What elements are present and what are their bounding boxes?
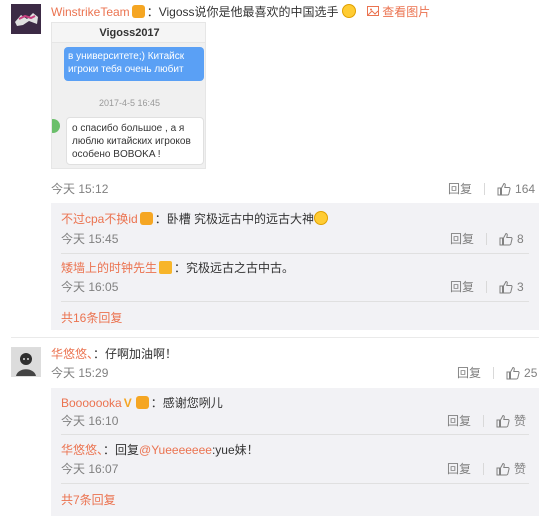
member-badge-icon[interactable] (139, 212, 153, 225)
reply-button[interactable]: 回复 (457, 365, 481, 381)
reply-time: 今天 15:45 (61, 232, 119, 246)
image-icon (366, 6, 379, 16)
chat-bubble-outgoing: в университете;) Китайск игроки тебя оче… (64, 47, 204, 81)
mention-link[interactable]: @Yueeeeeee (139, 443, 212, 457)
like-count: 3 (517, 280, 524, 294)
member-badge-icon[interactable] (135, 396, 149, 409)
like-button[interactable]: 164 (497, 181, 535, 197)
like-label: 赞 (514, 414, 527, 428)
reply-button[interactable]: 回复 (450, 231, 474, 247)
like-button[interactable]: 8 (499, 231, 524, 247)
reply-line: Booooooka V ：感谢您咧儿 (61, 395, 223, 411)
avatar[interactable] (11, 347, 41, 377)
comment-text: ：仔啊加油啊！ (93, 347, 178, 361)
chat-contact-name: Vigoss2017 (52, 23, 205, 43)
reply-text-prefix: ：回复 (103, 443, 140, 457)
member-badge-icon[interactable] (159, 261, 173, 274)
reply-time: 今天 16:10 (61, 414, 119, 428)
view-image-label[interactable]: 查看图片 (382, 5, 430, 19)
reply-actions: 回复 赞 (447, 461, 526, 477)
reply-actions: 回复 赞 (447, 413, 526, 429)
chat-avatar (52, 119, 60, 133)
comment-image[interactable]: Vigoss2017 в университете;) Китайск игро… (51, 22, 206, 169)
like-button[interactable]: 25 (506, 365, 537, 381)
comment-actions: 回复 164 (448, 181, 535, 197)
comment-time: 今天 15:12 (51, 182, 109, 196)
like-button[interactable]: 赞 (496, 413, 526, 429)
like-count: 25 (524, 366, 538, 380)
more-replies-link[interactable]: 共7条回复 (61, 492, 116, 508)
view-image-link[interactable]: 查看图片 (366, 5, 430, 19)
like-button[interactable]: 赞 (496, 461, 526, 477)
emoji-icon (314, 211, 329, 225)
reply-author[interactable]: Booooooka (61, 396, 122, 410)
reply-line: 矮墙上的时钟先生 ：究极远古之古中古。 (61, 260, 294, 276)
like-count: 164 (515, 182, 536, 196)
comment-divider (11, 337, 539, 338)
comment-actions: 回复 25 (457, 365, 537, 381)
reply-text: ：卧槽 究极远古中的远古大神 (154, 212, 315, 226)
thumbs-up-icon (499, 232, 513, 246)
reply-author[interactable]: 不过cpa不换id (61, 212, 138, 226)
thumbs-up-icon (497, 182, 511, 196)
comment-line: WinstrikeTeam ：Vigoss说你是他最喜欢的中国选手 查看图片 (51, 4, 430, 20)
reply-line: 不过cpa不换id ：卧槽 究极远古中的远古大神 (61, 211, 329, 227)
reply-button[interactable]: 回复 (450, 279, 474, 295)
reply-time: 今天 16:07 (61, 462, 119, 476)
comment-time: 今天 15:29 (51, 366, 109, 380)
reply-button[interactable]: 回复 (447, 413, 471, 429)
verified-v-icon: V (123, 396, 132, 410)
reply-button[interactable]: 回复 (447, 461, 471, 477)
chat-bubble-incoming: о спасибо большое , а я люблю китайских … (66, 117, 204, 165)
thumbs-up-icon (506, 366, 520, 380)
emoji-icon (341, 4, 356, 18)
thumbs-up-icon (499, 280, 513, 294)
thumbs-up-icon (496, 414, 510, 428)
reply-text-suffix: :yue妹！ (211, 443, 259, 457)
reply-line: 华悠悠、：回复@Yueeeeeee:yue妹！ (61, 442, 259, 458)
member-badge-icon[interactable] (131, 5, 145, 18)
more-replies-link[interactable]: 共16条回复 (61, 310, 122, 326)
like-button[interactable]: 3 (499, 279, 524, 295)
like-label: 赞 (514, 462, 527, 476)
reply-button[interactable]: 回复 (448, 181, 472, 197)
comment-author[interactable]: WinstrikeTeam (51, 5, 130, 19)
comment-line: 华悠悠、：仔啊加油啊！ (51, 346, 177, 362)
chat-timestamp: 2017-4-5 16:45 (98, 98, 161, 108)
like-count: 8 (517, 232, 524, 246)
reply-author[interactable]: 矮墙上的时钟先生 (61, 261, 157, 275)
reply-actions: 回复 3 (450, 279, 524, 295)
thumbs-up-icon (496, 462, 510, 476)
reply-author[interactable]: 华悠悠、 (61, 443, 103, 457)
comment-author[interactable]: 华悠悠、 (51, 347, 93, 361)
reply-time: 今天 16:05 (61, 280, 119, 294)
reply-text: ：究极远古之古中古。 (174, 261, 295, 275)
comment-text: ：Vigoss说你是他最喜欢的中国选手 (146, 5, 339, 19)
reply-text: ：感谢您咧儿 (150, 396, 223, 410)
avatar[interactable] (11, 4, 41, 34)
reply-actions: 回复 8 (450, 231, 524, 247)
